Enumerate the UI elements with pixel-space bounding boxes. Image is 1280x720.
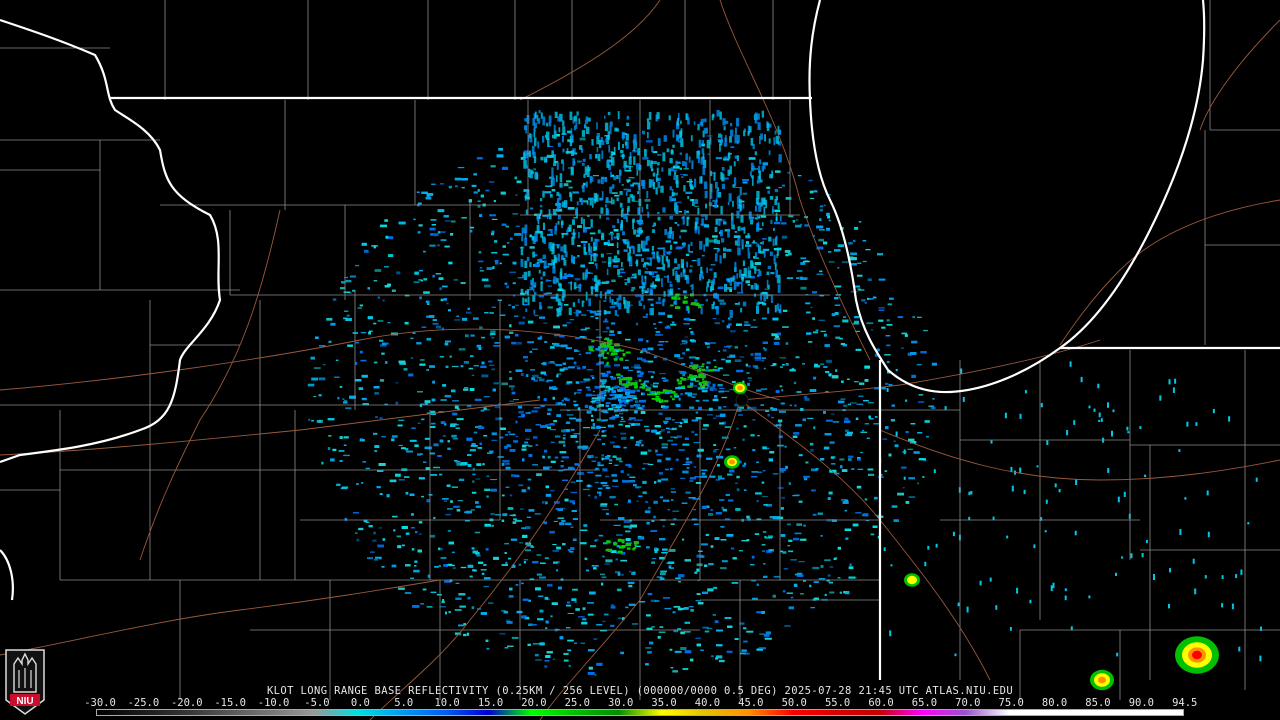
colorbar-tick-label: -5.0 [304, 697, 330, 709]
colorbar-tick-label: 35.0 [651, 697, 677, 709]
logo-text: NIU [16, 696, 33, 707]
colorbar-tick-label: 15.0 [477, 697, 504, 709]
colorbar-tick-label: 5.0 [394, 697, 414, 709]
colorbar-tick-label: 75.0 [998, 697, 1024, 709]
storm-cell [1192, 650, 1202, 660]
reflectivity-colorbar [96, 709, 1184, 716]
colorbar-tick-label: -15.0 [214, 697, 246, 709]
colorbar-tick-label: -30.0 [84, 697, 116, 709]
colorbar-tick-label: 90.0 [1128, 697, 1154, 709]
radar-map [0, 0, 1280, 720]
colorbar-tick-label: -20.0 [170, 697, 203, 709]
colorbar-tick-label: 0.0 [350, 697, 370, 709]
storm-cell [907, 575, 917, 585]
colorbar-tick-label: -25.0 [127, 697, 160, 709]
colorbar-tick-label: 25.0 [564, 697, 590, 709]
colorbar-tick-label: 20.0 [521, 697, 547, 709]
colorbar-tick-label: 60.0 [868, 697, 894, 709]
colorbar-tick-label: 65.0 [911, 697, 938, 709]
colorbar-tick-label: 55.0 [824, 697, 851, 709]
colorbar-tick-label: 40.0 [694, 697, 721, 709]
colorbar-labels: -30.0 -25.0 -20.0 -15.0 -10.0 -5.0 0.0 5.0 10.0 1… [84, 697, 1198, 709]
radar-site-icon [735, 393, 749, 407]
colorbar-tick-label: 30.0 [608, 697, 634, 709]
colorbar-tick-label: 10.0 [434, 697, 460, 709]
niu-logo: NIU [5, 649, 45, 715]
colorbar-tick-label: 45.0 [738, 697, 764, 709]
colorbar-tick-label: 70.0 [955, 697, 981, 709]
storm-cell [729, 459, 735, 465]
colorbar-tick-label: 94.5 [1172, 697, 1198, 709]
product-caption: KLOT LONG RANGE BASE REFLECTIVITY (0.25K… [266, 685, 1014, 697]
colorbar-tick-label: 85.0 [1085, 697, 1111, 709]
storm-cell [737, 385, 743, 391]
colorbar-tick-label: 50.0 [781, 697, 807, 709]
storm-cell [1098, 676, 1106, 684]
colorbar-tick-label: 80.0 [1041, 697, 1068, 709]
colorbar-tick-label: -10.0 [257, 697, 290, 709]
